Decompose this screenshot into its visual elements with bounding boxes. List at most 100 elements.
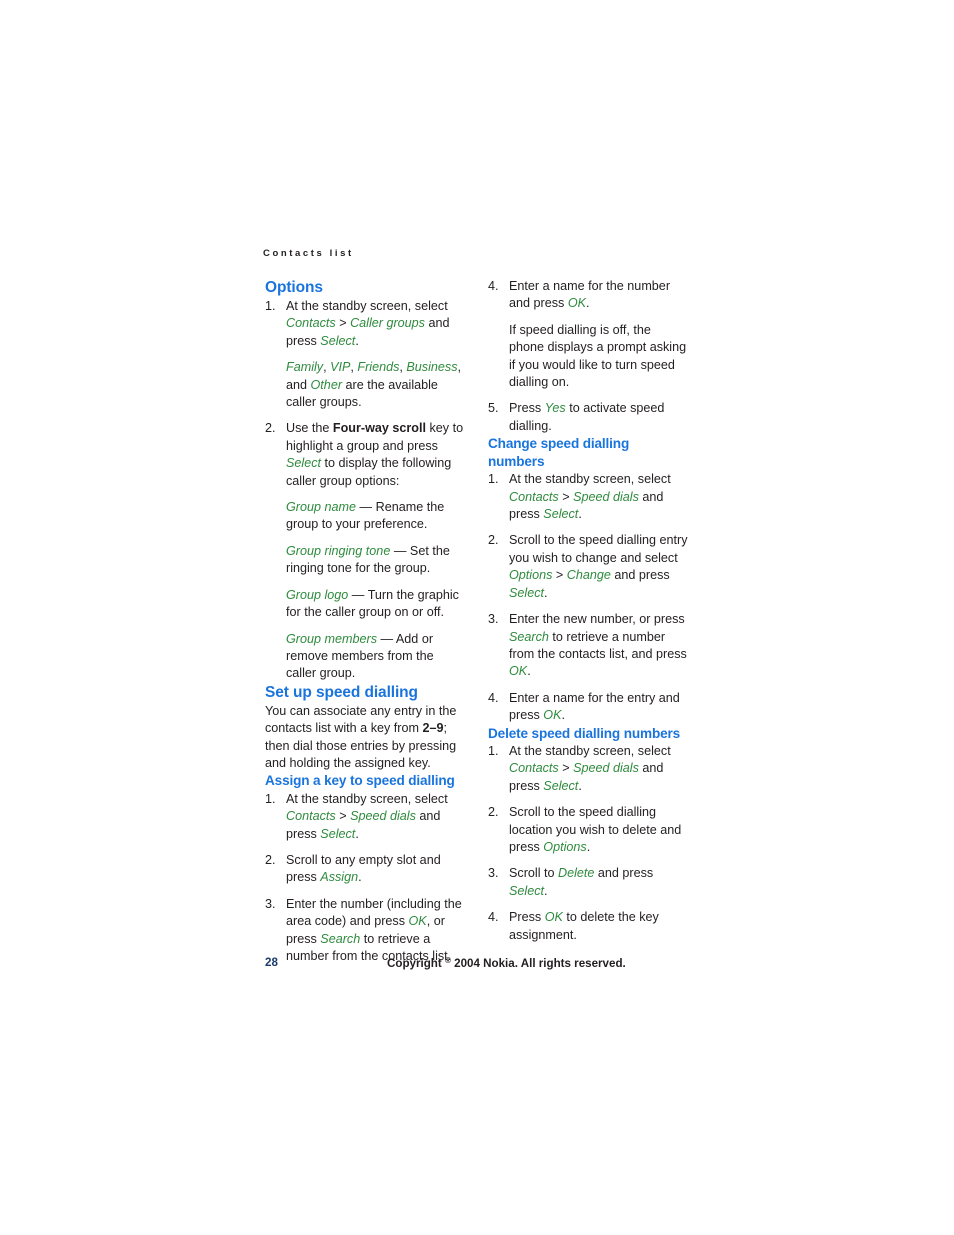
dash: —: [377, 631, 396, 646]
ui-term: Options: [543, 840, 587, 855]
list-item: Scroll to the speed dialling location yo…: [488, 804, 689, 856]
ui-term: Group logo: [286, 587, 349, 602]
ui-term: OK: [543, 708, 562, 723]
running-header: Contacts list: [263, 248, 354, 259]
ui-term: Options: [509, 568, 553, 583]
definition-item: Group logo — Turn the graphic for the ca…: [286, 587, 466, 622]
step-text-part: Scroll to any empty slot and press: [286, 853, 441, 885]
delete-step-list: At the standby screen, select Contacts >…: [488, 743, 689, 944]
caller-group-option-definitions: Group name — Rename the group to your pr…: [286, 499, 466, 683]
step-text-part: At the standby screen, select: [509, 472, 671, 487]
step-text-part: Press: [509, 910, 545, 925]
step-text-part: Scroll to the speed dialling entry you w…: [509, 533, 688, 565]
ui-term: Contacts: [509, 761, 559, 776]
setup-intro-paragraph: You can associate any entry in the conta…: [265, 703, 466, 773]
ui-term: OK: [567, 296, 587, 311]
step-text-part: .: [527, 664, 531, 679]
step-text-part: At the standby screen, select: [509, 744, 671, 759]
ui-term: OK: [509, 664, 528, 679]
copyright-prefix: Copyright: [387, 957, 442, 970]
definition-item: Group members — Add or remove members fr…: [286, 631, 466, 683]
step-text-part: Scroll to: [509, 866, 558, 881]
dash: —: [390, 543, 410, 558]
ui-term: Family: [286, 360, 324, 375]
list-item: Enter a name for the entry and press OK.: [488, 690, 689, 725]
step-text-part: At the standby screen, select: [286, 791, 448, 806]
ui-term: Select: [509, 883, 545, 898]
copyright-notice: Copyright ® 2004 Nokia. All rights reser…: [387, 956, 626, 970]
key-range: 2–9: [422, 721, 444, 736]
heading-set-up-speed-dialling: Set up speed dialling: [265, 683, 418, 701]
copyright-suffix: 2004 Nokia. All rights reserved.: [454, 957, 626, 970]
ui-term: Select: [320, 826, 356, 841]
step-text-part: .: [355, 333, 359, 348]
definition-item: Group name — Rename the group to your pr…: [286, 499, 466, 534]
ui-term: OK: [408, 914, 427, 929]
ui-term: Search: [509, 629, 549, 644]
ui-term: Select: [320, 333, 356, 348]
ui-term: Caller groups: [350, 316, 425, 331]
heading-options: Options: [265, 279, 323, 296]
assign-step-list: At the standby screen, select Contacts >…: [265, 791, 466, 966]
separator: >: [558, 489, 574, 504]
step-text-part: .: [544, 883, 548, 898]
ui-term: OK: [544, 910, 563, 925]
list-item: At the standby screen, select Contacts >…: [265, 298, 466, 411]
ui-term: Other: [310, 377, 343, 392]
step-subparagraph: Family, VIP, Friends, Business, and Othe…: [286, 359, 466, 411]
list-item: At the standby screen, select Contacts >…: [265, 791, 466, 843]
change-step-list: At the standby screen, select Contacts >…: [488, 471, 689, 724]
step-subparagraph: If speed dialling is off, the phone disp…: [509, 322, 687, 390]
ui-term: Search: [320, 931, 361, 946]
step-text-part: .: [355, 826, 359, 841]
page-footer: 28 Copyright ® 2004 Nokia. All rights re…: [265, 956, 689, 974]
key-name: Four-way scroll: [332, 421, 426, 436]
ui-term: Select: [543, 507, 579, 522]
two-column-body: Options At the standby screen, select Co…: [265, 278, 689, 963]
manual-page: Contacts list Options At the standby scr…: [0, 0, 954, 1235]
registered-mark-icon: ®: [444, 956, 451, 965]
ui-term: Friends: [357, 360, 400, 375]
list-item: Enter a name for the number and press OK…: [488, 278, 689, 391]
ui-term: Group ringing tone: [286, 543, 391, 558]
step-text-part: .: [586, 296, 590, 311]
step-text-part: Scroll to the speed dialling location yo…: [509, 805, 682, 855]
heading-assign-key-to-speed-dialling: Assign a key to speed dialling: [265, 773, 455, 789]
step-text-part: Press: [509, 401, 545, 416]
list-item: Enter the new number, or press Search to…: [488, 611, 689, 681]
dash: —: [348, 587, 368, 602]
step-text-part: .: [544, 585, 548, 600]
definition-item: Group ringing tone — Set the ringing ton…: [286, 543, 466, 578]
ui-term: Select: [543, 778, 579, 793]
step-text-part: At the standby screen, select: [286, 299, 448, 313]
step-text-part: Enter a name for the entry and press: [509, 690, 680, 723]
list-item: At the standby screen, select Contacts >…: [488, 471, 689, 523]
separator: >: [335, 809, 351, 824]
ui-term: Assign: [320, 870, 359, 885]
options-step-list: At the standby screen, select Contacts >…: [265, 298, 466, 683]
ui-term: Speed dials: [350, 809, 416, 824]
ui-term: Contacts: [286, 809, 336, 824]
ui-term: Group members: [286, 631, 377, 646]
ui-term: Business: [406, 360, 458, 375]
list-item: Press Yes to activate speed dialling.: [488, 400, 689, 435]
separator: >: [552, 568, 567, 583]
step-text-part: .: [561, 708, 566, 723]
list-item: Press OK to delete the key assignment.: [488, 909, 689, 944]
ui-term: VIP: [330, 360, 351, 375]
dash: —: [356, 500, 376, 515]
step-text-part: Use the: [286, 421, 333, 436]
ui-term: Select: [509, 585, 545, 600]
ui-term: Speed dials: [573, 489, 639, 504]
list-item: Scroll to the speed dialling entry you w…: [488, 532, 689, 602]
heading-change-speed-dialling-numbers: Change speed dialling numbers: [488, 436, 630, 469]
ui-term: Yes: [544, 401, 566, 416]
step-text-part: .: [358, 870, 362, 885]
ui-term: Delete: [558, 866, 595, 881]
ui-term: Contacts: [286, 316, 336, 331]
heading-delete-speed-dialling-numbers: Delete speed dialling numbers: [488, 725, 681, 741]
left-column: Options At the standby screen, select Co…: [265, 278, 466, 963]
list-item: Scroll to Delete and press Select.: [488, 865, 689, 900]
right-column: Enter a name for the number and press OK…: [488, 278, 689, 942]
step-text-part: and press: [594, 866, 654, 881]
